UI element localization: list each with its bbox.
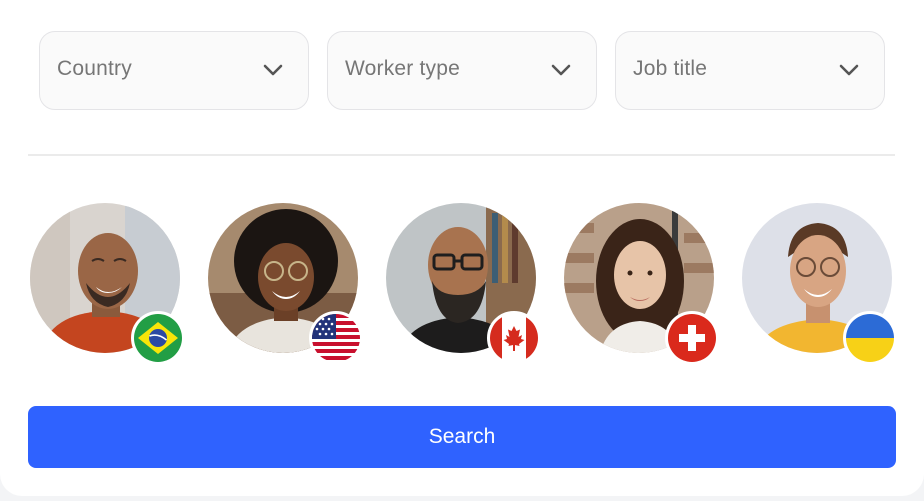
- worker-avatars: [0, 200, 924, 365]
- country-select-label: Country: [57, 57, 132, 80]
- job-title-select-label: Job title: [633, 57, 708, 80]
- divider: [28, 154, 895, 156]
- search-button[interactable]: Search: [28, 406, 896, 468]
- chevron-down-icon: [551, 64, 571, 76]
- worker-card[interactable]: [386, 203, 541, 365]
- ukraine-flag-icon: [843, 311, 897, 365]
- worker-type-select[interactable]: Worker type: [327, 31, 597, 110]
- job-title-select[interactable]: Job title: [615, 31, 885, 110]
- worker-card[interactable]: [742, 203, 897, 365]
- worker-card[interactable]: [564, 203, 719, 365]
- chevron-down-icon: [839, 64, 859, 76]
- worker-card[interactable]: [208, 203, 363, 365]
- chevron-down-icon: [263, 64, 283, 76]
- united-states-flag-icon: [309, 311, 363, 365]
- canada-flag-icon: [487, 311, 541, 365]
- worker-type-select-label: Worker type: [345, 57, 461, 80]
- brazil-flag-icon: [131, 311, 185, 365]
- filter-bar: Country Worker type Job title: [39, 31, 885, 110]
- country-select[interactable]: Country: [39, 31, 309, 110]
- search-card: Country Worker type Job title Search: [0, 0, 924, 496]
- worker-card[interactable]: [30, 203, 185, 365]
- switzerland-flag-icon: [665, 311, 719, 365]
